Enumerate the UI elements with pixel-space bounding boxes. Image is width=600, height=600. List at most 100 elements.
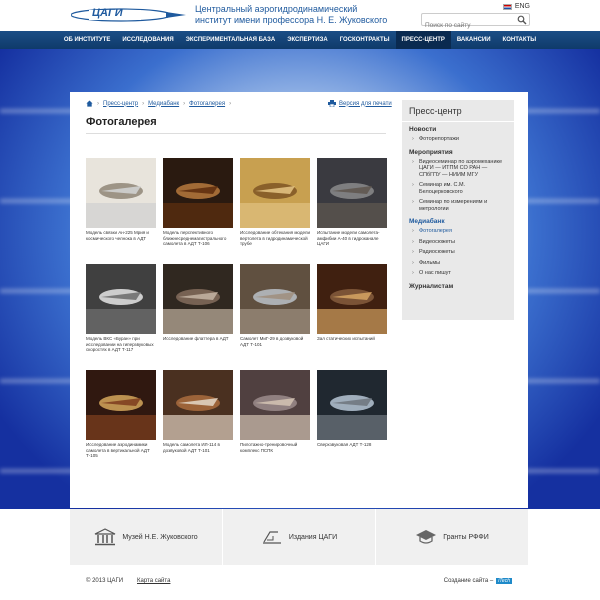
gallery-item[interactable]: Зал статических испытаний <box>317 264 387 342</box>
gallery-item[interactable]: Самолет МиГ-29 в дозвуковой АДТ Т-101 <box>240 264 310 347</box>
language-label: ENG <box>514 3 530 10</box>
breadcrumb-separator: › <box>183 100 186 107</box>
sidebar: Пресс-центр НовостиФоторепортажиМероприя… <box>402 100 514 320</box>
nav-item[interactable]: ПРЕСС-ЦЕНТР <box>395 31 451 49</box>
gallery-item[interactable]: Модель связки Ан-225 Мрия и космического… <box>86 158 156 241</box>
gallery-thumbnail[interactable] <box>163 158 233 228</box>
nav-item[interactable]: КОНТАКТЫ <box>497 31 543 49</box>
nav-item[interactable]: ОБ ИНСТИТУТЕ <box>58 31 117 49</box>
gallery-thumbnail[interactable] <box>163 370 233 440</box>
uk-flag-icon <box>502 3 512 10</box>
gallery-thumbnail[interactable] <box>240 158 310 228</box>
search-box <box>421 13 530 31</box>
breadcrumb: › Пресс-центр › Медиабанк › Фотогалерея … <box>86 100 231 107</box>
gallery-caption[interactable]: Модель ВКС «Буран» при исследовании на г… <box>86 336 156 353</box>
gallery-caption[interactable]: Исследование флаттера в АДТ <box>163 336 233 342</box>
breadcrumb-link[interactable]: Медиабанк <box>148 101 179 107</box>
gallery-caption[interactable]: Испытание модели самолета-амфибии А-40 в… <box>317 230 387 247</box>
gallery-thumbnail[interactable] <box>317 370 387 440</box>
sidebar-heading[interactable]: Новости <box>402 122 514 134</box>
gallery-item[interactable]: Модель перспективного ближнесреднемагист… <box>163 158 233 247</box>
page-title: Фотогалерея <box>86 116 157 128</box>
promo-label: Издания ЦАГИ <box>288 533 338 541</box>
search-input[interactable] <box>422 20 512 31</box>
search-icon[interactable] <box>517 15 527 25</box>
sidebar-heading[interactable]: Журналистам <box>402 279 514 291</box>
breadcrumb-link[interactable]: Фотогалерея <box>189 101 225 107</box>
logo-text: ЦАГИ <box>92 7 123 19</box>
gallery-thumbnail[interactable] <box>317 158 387 228</box>
gallery-caption[interactable]: Модель перспективного ближнесреднемагист… <box>163 230 233 247</box>
gallery-caption[interactable]: Самолет МиГ-29 в дозвуковой АДТ Т-101 <box>240 336 310 347</box>
home-icon[interactable] <box>86 100 93 107</box>
gallery-caption[interactable]: Исследование обтекания модели вертолета … <box>240 230 310 247</box>
gallery-item[interactable]: Исследование обтекания модели вертолета … <box>240 158 310 247</box>
gallery-thumbnail[interactable] <box>86 370 156 440</box>
gallery-caption[interactable]: Модель самолета ИЛ-114 в дозвуковой АДТ … <box>163 442 233 453</box>
sidebar-item[interactable]: Фоторепортажи <box>402 134 514 145</box>
gallery-caption[interactable]: Сверхзвуковая АДТ Т-128 <box>317 442 387 448</box>
gallery-item[interactable]: Испытание модели самолета-амфибии А-40 в… <box>317 158 387 247</box>
gallery-thumbnail[interactable] <box>86 264 156 334</box>
site-header: ЦАГИ Центральный аэрогидродинамический и… <box>0 0 600 31</box>
language-switch[interactable]: ENG <box>502 3 530 10</box>
gallery-item[interactable]: Сверхзвуковая АДТ Т-128 <box>317 370 387 448</box>
sidebar-title: Пресс-центр <box>402 100 514 122</box>
gallery-caption[interactable]: Зал статических испытаний <box>317 336 387 342</box>
promo-publications[interactable]: Издания ЦАГИ <box>223 509 376 565</box>
nav-item[interactable]: ИССЛЕДОВАНИЯ <box>116 31 179 49</box>
divider <box>86 133 386 134</box>
graduation-cap-icon <box>416 530 437 544</box>
tsagi-logo[interactable] <box>71 8 186 22</box>
publications-icon <box>262 531 281 544</box>
sidebar-item[interactable]: Видеосюжеты <box>402 237 514 248</box>
sidebar-item[interactable]: О нас пишут <box>402 268 514 279</box>
made-by: Создание сайта – iTech <box>444 578 512 584</box>
museum-icon <box>95 528 116 546</box>
gallery-item[interactable]: Исследование флаттера в АДТ <box>163 264 233 342</box>
sidebar-heading[interactable]: Мероприятия <box>402 145 514 157</box>
sidebar-item[interactable]: Семинар по измерениям и метрологии <box>402 197 514 214</box>
made-by-label: Создание сайта – <box>443 578 494 584</box>
content-card: › Пресс-центр › Медиабанк › Фотогалерея … <box>70 92 528 508</box>
gallery-item[interactable]: Исследование аэродинамики самолета в вер… <box>86 370 156 459</box>
gallery-item[interactable]: Модель ВКС «Буран» при исследовании на г… <box>86 264 156 353</box>
sidebar-item[interactable]: Фильмы <box>402 258 514 269</box>
sidebar-item[interactable]: Видеосеминар по аэромеханике ЦАГИ — ИТПМ… <box>402 157 514 181</box>
sidebar-item[interactable]: Фотогалерея <box>402 226 514 237</box>
gallery-caption[interactable]: Пилотажно-тренировочный комплекс ПСПК <box>240 442 310 453</box>
promo-label: Музей Н.Е. Жуковского <box>122 533 198 541</box>
org-name: Центральный аэрогидродинамический инстит… <box>195 4 388 25</box>
main-nav: ОБ ИНСТИТУТЕ ИССЛЕДОВАНИЯ ЭКСПЕРИМЕНТАЛЬНА… <box>0 31 600 49</box>
sidebar-item[interactable]: Семинар им. С.М. Белоцерковского <box>402 180 514 197</box>
breadcrumb-separator: › <box>142 100 145 107</box>
print-version-link[interactable]: Версия для печати <box>328 100 392 107</box>
gallery-thumbnail[interactable] <box>240 264 310 334</box>
developer-badge[interactable]: iTech <box>496 578 512 584</box>
nav-item[interactable]: ГОСКОНТРАКТЫ <box>334 31 396 49</box>
promo-band: Музей Н.Е. Жуковского Издания ЦАГИ Грант… <box>70 509 528 565</box>
sidebar-item[interactable]: Радиосюжеты <box>402 247 514 258</box>
gallery-thumbnail[interactable] <box>240 370 310 440</box>
gallery-caption[interactable]: Модель связки Ан-225 Мрия и космического… <box>86 230 156 241</box>
nav-item[interactable]: ЭКСПЕРИМЕНТАЛЬНАЯ БАЗА <box>180 31 282 49</box>
sidebar-heading[interactable]: Медиабанк <box>402 214 514 226</box>
printer-icon <box>328 100 336 107</box>
promo-label: Гранты РФФИ <box>443 533 489 541</box>
nav-item[interactable]: ВАКАНСИИ <box>451 31 497 49</box>
gallery-item[interactable]: Модель самолета ИЛ-114 в дозвуковой АДТ … <box>163 370 233 453</box>
gallery-caption[interactable]: Исследование аэродинамики самолета в вер… <box>86 442 156 459</box>
gallery-thumbnail[interactable] <box>317 264 387 334</box>
nav-item[interactable]: ЭКСПЕРТИЗА <box>281 31 334 49</box>
breadcrumb-link[interactable]: Пресс-центр <box>103 101 138 107</box>
print-label: Версия для печати <box>339 100 392 107</box>
promo-museum[interactable]: Музей Н.Е. Жуковского <box>70 509 223 565</box>
site-footer: © 2013 ЦАГИ Карта сайта Создание сайта –… <box>70 565 528 600</box>
promo-grants[interactable]: Гранты РФФИ <box>376 509 528 565</box>
breadcrumb-separator: › <box>229 100 232 107</box>
breadcrumb-separator: › <box>97 100 99 107</box>
gallery-thumbnail[interactable] <box>86 158 156 228</box>
sitemap-link[interactable]: Карта сайта <box>137 578 170 584</box>
gallery-item[interactable]: Пилотажно-тренировочный комплекс ПСПК <box>240 370 310 453</box>
gallery-thumbnail[interactable] <box>163 264 233 334</box>
